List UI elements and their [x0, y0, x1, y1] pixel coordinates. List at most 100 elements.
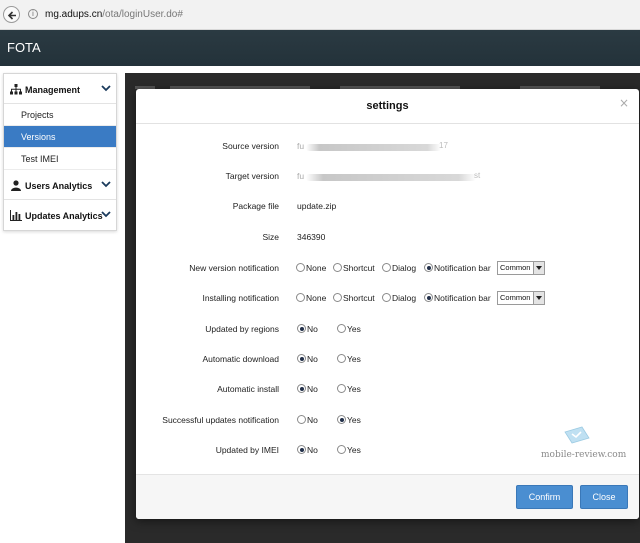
watermark-logo-icon [564, 426, 590, 444]
radio-button[interactable] [382, 293, 391, 302]
target-version-value: fu [297, 171, 304, 181]
chevron-down-icon [533, 292, 544, 304]
option-label: Yes [347, 384, 361, 394]
radio-button[interactable] [297, 445, 306, 454]
option-label: Yes [347, 445, 361, 455]
chevron-down-icon [101, 181, 111, 188]
arrow-left-icon [7, 11, 16, 20]
source-version-value: fu [297, 141, 304, 151]
back-button[interactable] [3, 6, 20, 23]
close-button[interactable]: Close [580, 485, 628, 509]
radio-button[interactable] [382, 263, 391, 272]
package-file-row: Package file update.zip [136, 201, 639, 215]
sidebar-section-users-analytics[interactable]: Users Analytics [4, 170, 116, 200]
option-no[interactable]: No [297, 354, 318, 364]
option-label: No [307, 445, 318, 455]
close-icon[interactable]: × [619, 96, 629, 110]
app-title: FOTA [7, 40, 41, 55]
radio-button[interactable] [337, 445, 346, 454]
radio-button[interactable] [296, 293, 305, 302]
toggle-label: Updated by regions [205, 324, 279, 334]
sidebar: Management Projects Versions Test IMEI U… [3, 73, 117, 231]
option-no[interactable]: No [297, 445, 318, 455]
url-host: mg.adups.cn [45, 9, 103, 20]
radio-button[interactable] [297, 384, 306, 393]
option-label: No [307, 324, 318, 334]
radio-button[interactable] [337, 324, 346, 333]
sidebar-section-label: Management [25, 85, 81, 95]
sidebar-item-versions[interactable]: Versions [4, 126, 116, 148]
source-version-prefix: fu [297, 141, 305, 151]
option-label: Dialog [392, 263, 417, 273]
app-header: FOTA [0, 30, 640, 66]
target-version-row: Target version fu st [136, 171, 639, 185]
package-file-label: Package file [232, 201, 279, 211]
toggle-label: Automatic install [217, 384, 279, 394]
new-version-notification-label: New version notification [189, 263, 279, 273]
redacted-text [306, 174, 476, 181]
info-icon[interactable]: i [28, 9, 38, 19]
user-icon [11, 180, 21, 191]
option-no[interactable]: No [297, 324, 318, 334]
modal-title: settings [366, 100, 409, 112]
radio-button[interactable] [337, 384, 346, 393]
option-yes[interactable]: Yes [337, 445, 361, 455]
radio-button[interactable] [296, 263, 305, 272]
radio-button[interactable] [424, 293, 433, 302]
sidebar-section-updates-analytics[interactable]: Updates Analytics [4, 200, 116, 230]
radio-button[interactable] [297, 324, 306, 333]
option-yes[interactable]: Yes [337, 354, 361, 364]
modal-header: settings × [136, 89, 639, 124]
option-shortcut[interactable]: Shortcut [333, 263, 375, 273]
size-label: Size [262, 232, 279, 242]
new-version-notification-row: New version notification None Shortcut D… [136, 261, 639, 277]
option-shortcut[interactable]: Shortcut [333, 293, 375, 303]
size-value: 346390 [297, 232, 326, 242]
notification-type-select[interactable]: Common [497, 291, 545, 305]
option-label: Notification bar [434, 293, 491, 303]
notification-type-select[interactable]: Common [497, 261, 545, 275]
radio-button[interactable] [333, 263, 342, 272]
option-none[interactable]: None [296, 263, 326, 273]
watermark-text: mobile-review.com [541, 450, 627, 460]
radio-button[interactable] [337, 354, 346, 363]
radio-button[interactable] [297, 415, 306, 424]
sidebar-item-test-imei[interactable]: Test IMEI [4, 148, 116, 170]
select-value: Common [500, 293, 531, 302]
radio-button[interactable] [297, 354, 306, 363]
sidebar-section-label: Users Analytics [25, 181, 93, 191]
toggle-label: Updated by IMEI [215, 445, 279, 455]
option-no[interactable]: No [297, 415, 318, 425]
automatic-install-row: Automatic install No Yes [136, 384, 639, 398]
option-label: None [306, 293, 327, 303]
source-version-row: Source version fu 17 [136, 141, 639, 155]
option-yes[interactable]: Yes [337, 415, 361, 425]
radio-button[interactable] [333, 293, 342, 302]
option-label: None [306, 263, 327, 273]
sitemap-icon [10, 84, 22, 95]
confirm-button[interactable]: Confirm [516, 485, 573, 509]
browser-url-bar: i mg.adups.cn/ota/loginUser.do# [0, 0, 640, 30]
option-label: Notification bar [434, 263, 491, 273]
option-label: Dialog [392, 293, 417, 303]
option-yes[interactable]: Yes [337, 324, 361, 334]
radio-button[interactable] [424, 263, 433, 272]
package-file-value: update.zip [297, 201, 337, 211]
radio-button[interactable] [337, 415, 346, 424]
sidebar-section-management[interactable]: Management [4, 74, 116, 104]
option-none[interactable]: None [296, 293, 326, 303]
option-yes[interactable]: Yes [337, 384, 361, 394]
option-no[interactable]: No [297, 384, 318, 394]
option-label: Yes [347, 354, 361, 364]
address-field[interactable]: mg.adups.cn/ota/loginUser.do# [45, 9, 183, 20]
sidebar-item-projects[interactable]: Projects [4, 104, 116, 126]
option-dialog[interactable]: Dialog [382, 263, 416, 273]
option-notification-bar[interactable]: Notification bar [424, 293, 491, 303]
option-label: Shortcut [343, 263, 375, 273]
option-notification-bar[interactable]: Notification bar [424, 263, 491, 273]
chevron-down-icon [101, 85, 111, 92]
toggle-label: Automatic download [202, 354, 279, 364]
target-version-suffix: st [474, 171, 481, 180]
option-dialog[interactable]: Dialog [382, 293, 416, 303]
option-label: No [307, 354, 318, 364]
